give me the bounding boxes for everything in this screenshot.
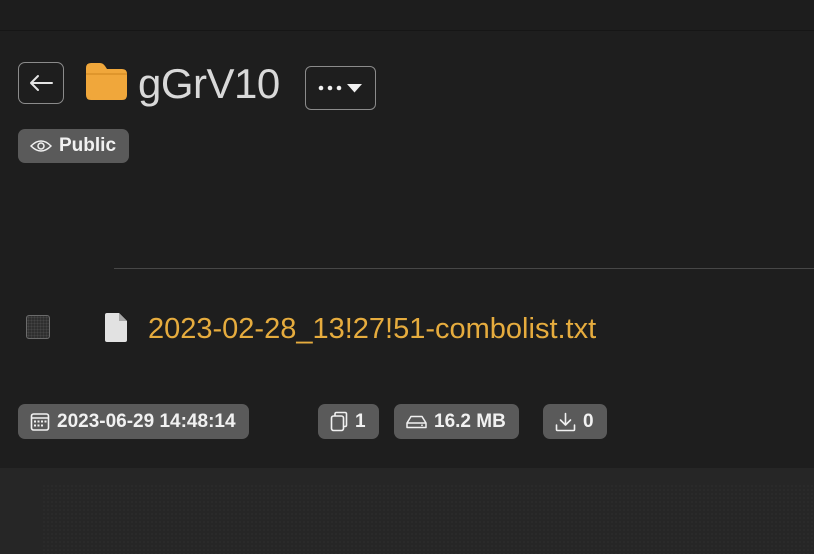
folder-actions-dropdown[interactable] <box>305 66 376 110</box>
file-name-link[interactable]: 2023-02-28_13!27!51-combolist.txt <box>148 309 596 349</box>
caret-down-icon <box>347 84 362 93</box>
visibility-label: Public <box>59 135 117 156</box>
downloads-badge: 0 <box>543 404 607 439</box>
top-bar <box>0 0 814 31</box>
file-icon <box>105 313 127 342</box>
file-checkbox[interactable] <box>26 315 50 339</box>
bottom-area <box>0 468 814 554</box>
size-value: 16.2 MB <box>434 410 506 432</box>
downloads-value: 0 <box>583 410 594 432</box>
visibility-badge: Public <box>18 129 130 163</box>
date-value: 2023-06-29 14:48:14 <box>57 410 236 432</box>
divider <box>114 268 814 269</box>
calendar-icon <box>30 412 50 431</box>
folder-icon <box>86 63 127 100</box>
back-button[interactable] <box>18 62 64 104</box>
file-count-value: 1 <box>355 410 366 432</box>
arrow-left-icon <box>30 75 53 91</box>
date-badge: 2023-06-29 14:48:14 <box>18 404 249 439</box>
folder-title: gGrV10 <box>138 60 280 107</box>
copy-icon <box>330 411 348 432</box>
eye-icon <box>30 140 52 152</box>
ellipsis-icon <box>318 85 342 91</box>
download-icon <box>555 412 576 431</box>
file-count-badge: 1 <box>318 404 379 439</box>
bottom-pattern <box>42 484 814 554</box>
size-badge: 16.2 MB <box>394 404 519 439</box>
hard-drive-icon <box>406 415 427 428</box>
